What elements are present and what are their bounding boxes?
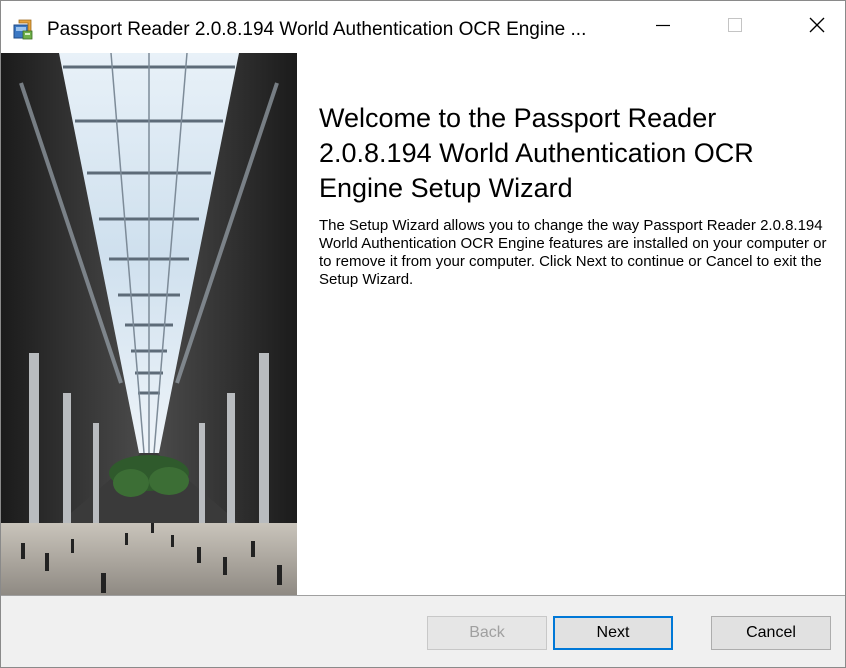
minimize-icon xyxy=(655,17,671,38)
installer-package-icon xyxy=(11,17,35,41)
maximize-icon xyxy=(727,17,743,38)
close-button[interactable] xyxy=(789,1,845,53)
welcome-heading: Welcome to the Passport Reader 2.0.8.194… xyxy=(319,103,754,203)
title-bar[interactable]: Passport Reader 2.0.8.194 World Authenti… xyxy=(1,1,845,53)
wizard-banner-image xyxy=(1,53,297,595)
welcome-description: The Setup Wizard allows you to change th… xyxy=(319,217,827,288)
wizard-content: Welcome to the Passport Reader 2.0.8.194… xyxy=(297,53,845,595)
window-title: Passport Reader 2.0.8.194 World Authenti… xyxy=(47,19,587,40)
maximize-button xyxy=(707,1,763,53)
cancel-button[interactable]: Cancel xyxy=(711,616,831,650)
next-button[interactable]: Next xyxy=(553,616,673,650)
back-button: Back xyxy=(427,616,547,650)
close-icon xyxy=(808,16,826,39)
button-bar: Back Next Cancel xyxy=(1,595,845,667)
setup-wizard-window: Passport Reader 2.0.8.194 World Authenti… xyxy=(0,0,846,668)
minimize-button[interactable] xyxy=(635,1,691,53)
